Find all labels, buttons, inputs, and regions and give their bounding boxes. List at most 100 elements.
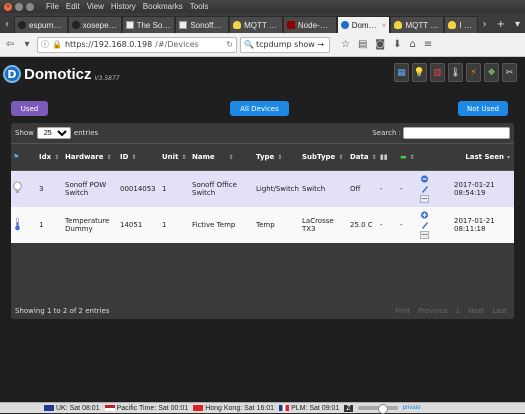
thermometer-icon[interactable]: 🌡 [448, 63, 463, 82]
pager-previous[interactable]: Previous [415, 307, 451, 315]
close-tab-icon[interactable]: × [382, 21, 387, 30]
pocket-icon[interactable]: ◙ [375, 39, 385, 50]
cell-last-seen: 2017-01-21 08:11:18 [436, 206, 514, 243]
signal-icon[interactable]: ▮▮ [378, 143, 398, 171]
add-icon[interactable] [420, 210, 429, 219]
filter-row: Used All Devices Not Used [0, 91, 525, 123]
table-search-input[interactable] [403, 127, 510, 139]
pagination: First Previous 1 Next Last [392, 307, 510, 315]
cell-id: 14051 [118, 206, 160, 243]
log-icon[interactable] [420, 194, 429, 203]
bulb-icon [233, 21, 242, 29]
tab-scroll-left-icon[interactable]: ‹ [0, 16, 14, 33]
column-unit[interactable]: Unit ⇕ [160, 143, 190, 171]
utility-icon[interactable]: ⚡ [466, 63, 481, 82]
bulb-icon [448, 21, 457, 29]
cell-id: 00014053 [118, 170, 160, 207]
table-row[interactable]: 1 Temperature Dummy 14051 1 Fictive Temp… [11, 206, 514, 243]
close-window-button[interactable]: × [4, 2, 12, 11]
cell-name: Sonoff Office Switch [190, 170, 254, 207]
pager-page-1[interactable]: 1 [453, 307, 463, 315]
table-row[interactable]: 3 Sonoff POW Switch 00014053 1 Sonoff Of… [11, 170, 514, 207]
cell-data: 25.0 C [348, 206, 378, 243]
pager-first[interactable]: First [392, 307, 413, 315]
uk-flag-icon [44, 404, 54, 411]
tab[interactable]: The So… [121, 16, 176, 33]
tab[interactable]: MQTT … [390, 16, 445, 33]
column-name[interactable]: Name ⇕ [190, 143, 254, 171]
star-icon[interactable]: ☆ [341, 39, 350, 50]
column-select-icon[interactable]: ⚑ [11, 143, 37, 171]
url-bar[interactable]: ⓘ 🔒 https://192.168.0.198/#/Devices ↻ [37, 36, 237, 53]
menu-view[interactable]: View [87, 2, 104, 11]
minimize-window-button[interactable] [15, 2, 23, 11]
column-subtype[interactable]: SubType ⇕ [300, 143, 348, 171]
tab-active[interactable]: Dom… × [336, 16, 391, 33]
lightbulb-icon[interactable]: 💡 [412, 63, 427, 82]
menu-tools[interactable]: Tools [190, 2, 209, 11]
download-icon[interactable]: ⬇ [393, 39, 401, 50]
page-icon [125, 21, 134, 29]
cell-unit: 1 [160, 170, 190, 207]
info-icon[interactable]: ⓘ [41, 39, 49, 50]
tab-scroll-right-icon[interactable]: › [478, 16, 492, 33]
private-indicator: private [402, 405, 421, 411]
tab[interactable]: MQTT … [229, 16, 283, 33]
tab-list-icon[interactable]: ▾ [510, 16, 525, 33]
battery-icon[interactable]: ▬ ⇕ [398, 143, 418, 171]
column-idx[interactable]: Idx ⇕ [37, 143, 63, 171]
clock-hong-kong: Hong Kong: Sat 16:01 [193, 405, 274, 412]
maximize-window-button[interactable] [26, 2, 34, 11]
table-footer: Showing 1 to 2 of 2 entries First Previo… [11, 302, 514, 319]
menu-bookmarks[interactable]: Bookmarks [143, 2, 183, 11]
tab[interactable]: Sonoff… [175, 16, 230, 33]
tab[interactable]: xosepe… [67, 16, 122, 33]
home-icon[interactable]: ⌂ [410, 39, 416, 50]
menu-icon[interactable]: ≡ [424, 39, 432, 50]
status-bar: UK: Sat 08:01 Pacific Time: Sat 00:01 Ho… [0, 402, 525, 414]
menu-edit[interactable]: Edit [66, 2, 80, 11]
tab[interactable]: espurn… [14, 16, 68, 33]
menu-bar: File Edit View History Bookmarks Tools [46, 2, 208, 11]
lock-warning-icon[interactable]: 🔒 [52, 40, 62, 49]
search-bar[interactable]: 🔍 tcpdump show → [240, 36, 330, 53]
page-size-select[interactable]: 25 [36, 127, 71, 139]
app-header: D Domoticz V3.5877 ▦ 💡 ▥ 🌡 ⚡ ❖ ✂ [0, 57, 525, 91]
menu-file[interactable]: File [46, 2, 59, 11]
reading-list-icon[interactable]: ▤ [358, 39, 367, 50]
back-button[interactable]: ⇦ [3, 39, 17, 50]
column-type[interactable]: Type ⇕ [254, 143, 300, 171]
cell-unit: 1 [160, 206, 190, 243]
all-devices-button[interactable]: All Devices [230, 101, 289, 116]
row-actions [418, 170, 436, 207]
cell-signal: - [378, 170, 398, 207]
zoom-icon[interactable]: Z [344, 404, 353, 412]
dashboard-icon[interactable]: ▦ [394, 63, 409, 82]
menu-history[interactable]: History [111, 2, 136, 11]
column-hardware[interactable]: Hardware ⇕ [63, 143, 118, 171]
settings-icon[interactable]: ✂ [502, 63, 517, 82]
tab[interactable]: Node-… [282, 16, 337, 33]
column-data[interactable]: Data ⇕ [348, 143, 378, 171]
used-button[interactable]: Used [11, 101, 48, 116]
new-tab-button[interactable]: + [492, 16, 510, 33]
log-icon[interactable] [420, 230, 429, 239]
column-id[interactable]: ID ⇕ [118, 143, 160, 171]
forward-button[interactable]: ▾ [20, 39, 34, 50]
rename-pencil-icon[interactable] [420, 221, 429, 229]
pager-next[interactable]: Next [465, 307, 487, 315]
nodered-icon [286, 21, 295, 29]
temperature-icon[interactable]: ▥ [430, 63, 445, 82]
column-last-seen[interactable]: Last Seen ▾ [436, 143, 514, 171]
zoom-slider[interactable] [357, 404, 398, 414]
reload-icon[interactable]: ↻ [226, 40, 233, 49]
rename-pencil-icon[interactable] [420, 185, 429, 193]
pager-last[interactable]: Last [489, 307, 510, 315]
remove-icon[interactable] [420, 175, 429, 183]
custom-icon[interactable]: ❖ [484, 63, 499, 82]
search-icon: 🔍 [244, 40, 254, 49]
table-info: Showing 1 to 2 of 2 entries [15, 306, 110, 315]
logo[interactable]: D Domoticz V3.5877 [3, 65, 120, 83]
not-used-button[interactable]: Not Used [458, 101, 508, 116]
tab[interactable]: I … [444, 16, 478, 33]
